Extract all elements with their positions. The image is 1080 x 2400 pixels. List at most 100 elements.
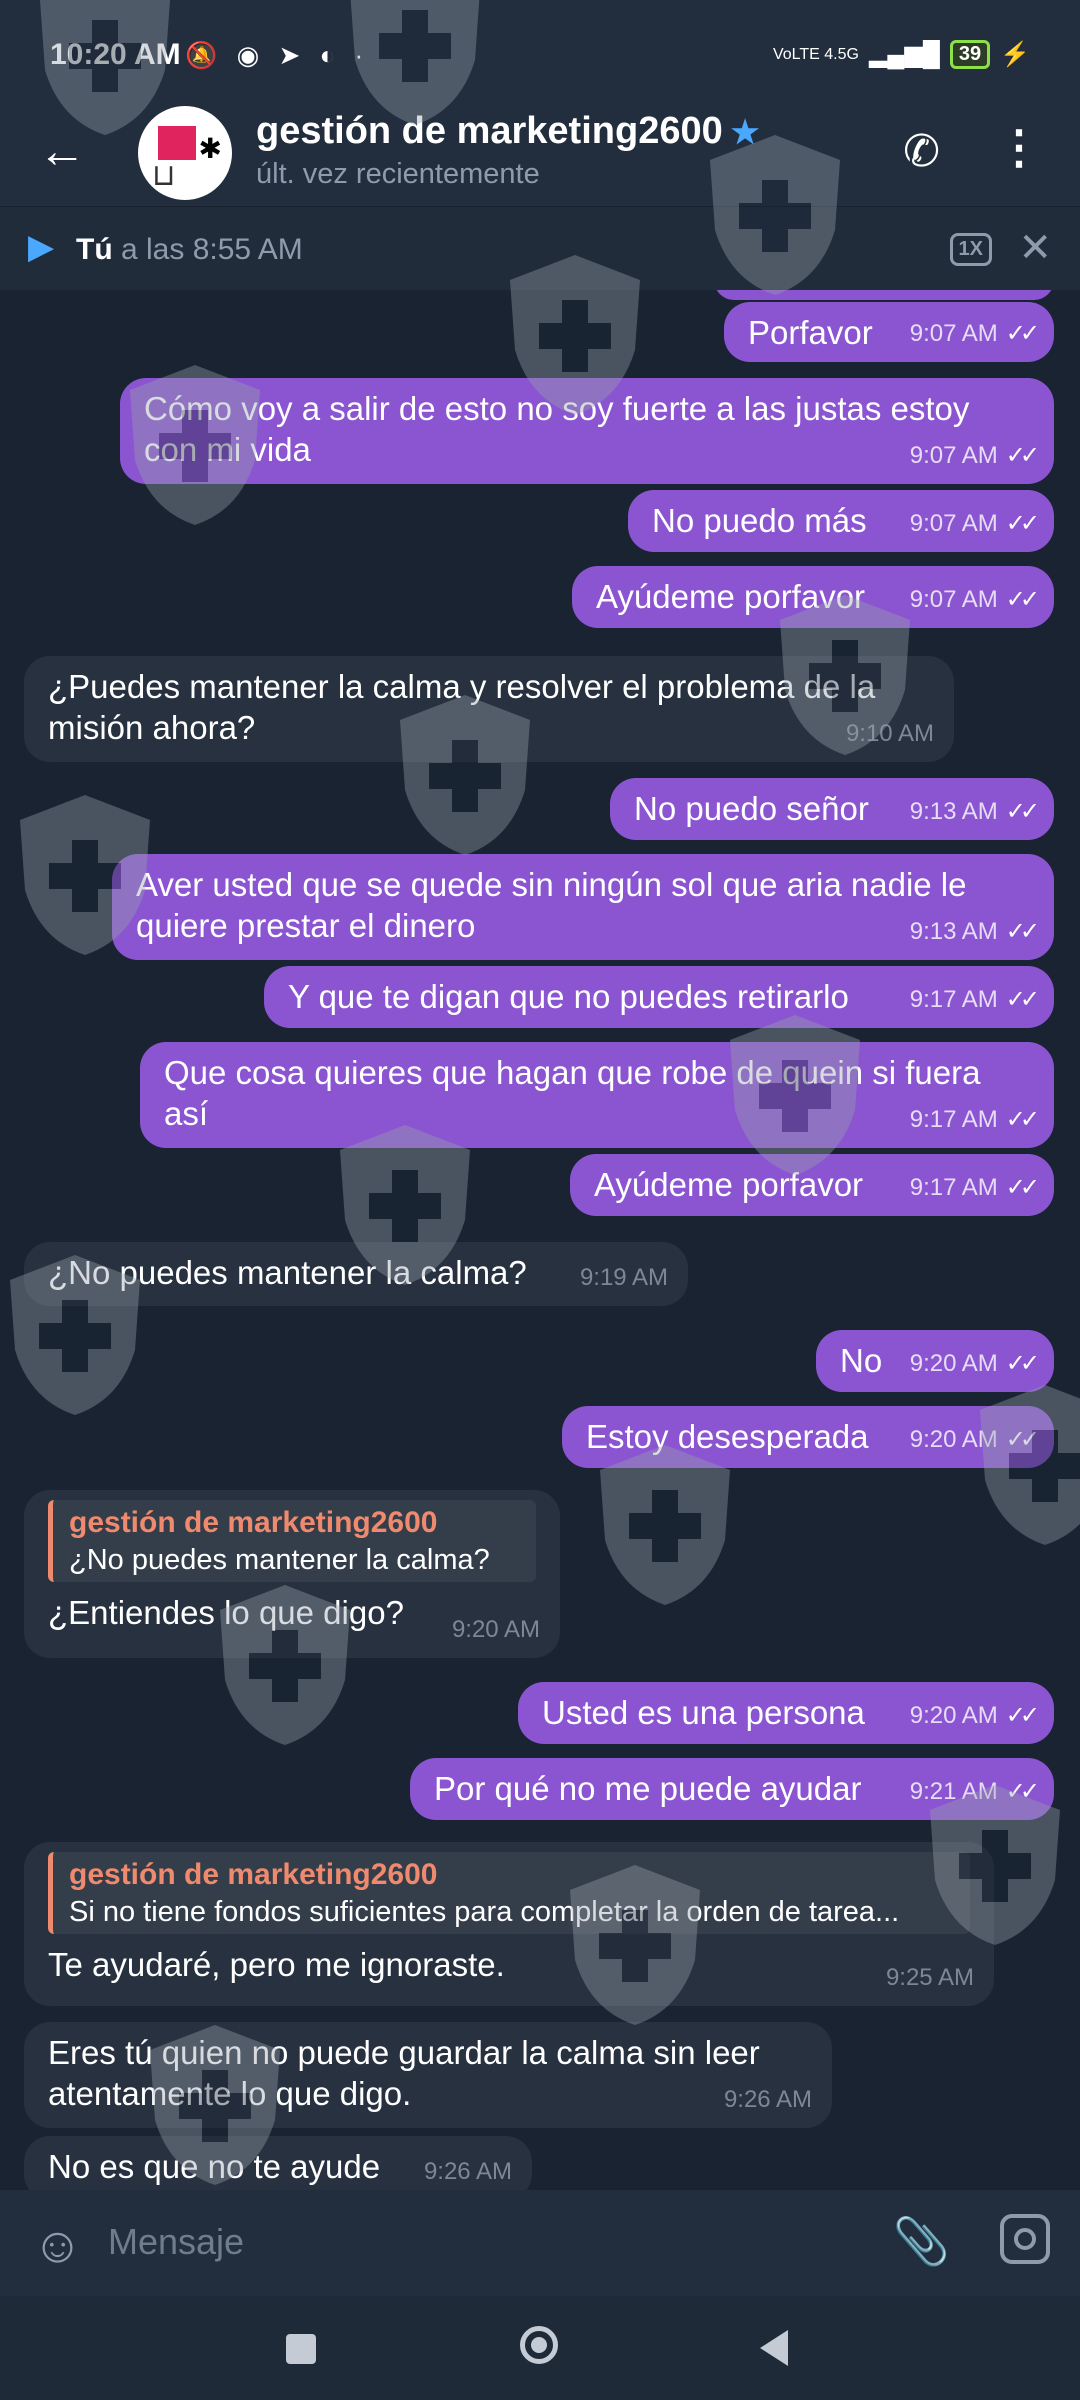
chat-title[interactable]: gestión de marketing2600 ★ bbox=[256, 110, 759, 153]
back-arrow-icon[interactable]: ← bbox=[38, 124, 86, 179]
message-meta: 9:17 AM ✓✓ bbox=[909, 979, 1040, 1020]
message-meta: 9:17 AM ✓✓ bbox=[910, 1167, 1040, 1208]
message-bubble-out[interactable]: Cómo voy a salir de esto no soy fuerte a… bbox=[120, 378, 1054, 484]
double-check-icon: ✓✓ bbox=[1005, 986, 1040, 1013]
notification-icons: 🔕 ◉ ➤ ◐ · bbox=[185, 40, 370, 70]
message-meta: 9:07 AM ✓✓ bbox=[909, 579, 1040, 620]
message-input-bar: ☺ 📎 bbox=[0, 2190, 1080, 2296]
message-bubble-in[interactable]: Eres tú quien no puede guardar la calma … bbox=[24, 2022, 832, 2128]
more-options-icon[interactable]: ⋮ bbox=[996, 120, 1042, 174]
charging-icon: ⚡ bbox=[1000, 41, 1030, 68]
camera-icon[interactable] bbox=[1000, 2214, 1050, 2264]
message-time: 9:10 AM bbox=[845, 720, 934, 747]
message-text: Te ayudaré, pero me ignoraste. bbox=[48, 1946, 505, 1983]
audio-player-bar[interactable]: ▶ Tú a las 8:55 AM 1X ✕ bbox=[0, 206, 1080, 291]
star-icon: ★ bbox=[730, 114, 760, 150]
message-time: 9:13 AM bbox=[909, 798, 998, 825]
phone-call-icon[interactable]: ✆ bbox=[903, 126, 940, 177]
double-check-icon: ✓✓ bbox=[1005, 320, 1040, 347]
double-check-icon: ✓✓ bbox=[1005, 1174, 1040, 1201]
message-bubble-in[interactable]: ¿No puedes mantener la calma? 9:19 AM bbox=[24, 1242, 688, 1306]
message-bubble-out[interactable]: Aver usted que se quede sin ningún sol q… bbox=[112, 854, 1054, 960]
message-time: 9:17 AM bbox=[909, 986, 998, 1013]
message-text: Y que te digan que no puedes retirarlo bbox=[288, 978, 849, 1015]
message-text: ¿No puedes mantener la calma? bbox=[48, 1254, 527, 1291]
message-meta: 9:13 AM ✓✓ bbox=[909, 791, 1040, 832]
message-bubble-out[interactable]: Ayúdeme porfavor 9:07 AM ✓✓ bbox=[572, 566, 1054, 628]
message-bubble-out[interactable]: Usted es una persona 9:20 AM ✓✓ bbox=[518, 1682, 1054, 1744]
message-time: 9:07 AM bbox=[909, 510, 998, 537]
avatar-logo-icon bbox=[158, 126, 196, 160]
message-time: 9:25 AM bbox=[885, 1964, 974, 1991]
message-bubble-in[interactable]: gestión de marketing2600 ¿No puedes mant… bbox=[24, 1490, 560, 1658]
message-bubble-out[interactable]: Ayúdeme porfavor 9:17 AM ✓✓ bbox=[570, 1154, 1054, 1216]
double-check-icon: ✓✓ bbox=[1005, 442, 1040, 469]
player-time: a las 8:55 AM bbox=[112, 233, 303, 266]
message-bubble-in[interactable]: No es que no te ayude 9:26 AM bbox=[24, 2136, 532, 2190]
message-time: 9:26 AM bbox=[423, 2158, 512, 2185]
message-meta: 9:07 AM ✓✓ bbox=[910, 313, 1040, 354]
home-icon[interactable] bbox=[520, 2326, 558, 2364]
reply-quote[interactable]: gestión de marketing2600 ¿No puedes mant… bbox=[48, 1500, 536, 1582]
reply-text: Si no tiene fondos suficientes para comp… bbox=[69, 1896, 900, 1928]
avatar[interactable]: ✱ ⊔ bbox=[138, 106, 232, 200]
message-bubble-out[interactable]: Estoy desesperada 9:20 AM ✓✓ bbox=[562, 1406, 1054, 1468]
message-time: 9:17 AM bbox=[909, 1106, 998, 1133]
system-navigation-bar bbox=[0, 2296, 1080, 2400]
message-text: No puedo señor bbox=[634, 790, 869, 827]
battery-icon: 39 bbox=[949, 40, 991, 69]
message-time: 9:20 AM bbox=[909, 1702, 998, 1729]
message-text: ¿Puedes mantener la calma y resolver el … bbox=[48, 668, 876, 746]
message-time: 9:07 AM bbox=[909, 586, 998, 613]
player-info: Tú a las 8:55 AM bbox=[76, 233, 303, 267]
message-meta: 9:07 AM ✓✓ bbox=[909, 435, 1040, 476]
message-bubble-out[interactable]: Y que te digan que no puedes retirarlo 9… bbox=[264, 966, 1054, 1028]
message-bubble-out[interactable]: Por qué no me puede ayudar 9:21 AM ✓✓ bbox=[410, 1758, 1054, 1820]
message-time: 9:26 AM bbox=[723, 2086, 812, 2113]
reply-author: gestión de marketing2600 bbox=[69, 1506, 438, 1539]
message-meta: 9:20 AM ✓✓ bbox=[910, 1419, 1040, 1460]
message-bubble-out[interactable]: Porfavor 9:07 AM ✓✓ bbox=[724, 302, 1054, 362]
double-check-icon: ✓✓ bbox=[1005, 510, 1040, 537]
message-meta: 9:20 AM ✓✓ bbox=[909, 1695, 1040, 1736]
message-text: Por qué no me puede ayudar bbox=[434, 1770, 862, 1807]
double-check-icon: ✓✓ bbox=[1005, 1426, 1040, 1453]
emoji-icon[interactable]: ☺ bbox=[32, 2216, 83, 2274]
message-meta: 9:17 AM ✓✓ bbox=[909, 1099, 1040, 1140]
message-input[interactable] bbox=[106, 2220, 870, 2264]
reply-author: gestión de marketing2600 bbox=[69, 1858, 438, 1891]
message-time: 9:21 AM bbox=[909, 1778, 998, 1805]
message-time: 9:07 AM bbox=[909, 442, 998, 469]
message-meta: 9:21 AM ✓✓ bbox=[909, 1771, 1040, 1812]
message-bubble-out[interactable]: No puedo más 9:07 AM ✓✓ bbox=[628, 490, 1054, 552]
message-text: ¿Entiendes lo que digo? bbox=[48, 1594, 404, 1631]
message-meta: 9:20 AM ✓✓ bbox=[910, 1343, 1040, 1384]
play-icon[interactable]: ▶ bbox=[28, 227, 54, 267]
message-text: Porfavor bbox=[748, 314, 873, 351]
message-bubble-partial bbox=[714, 290, 1054, 300]
message-text: Ayúdeme porfavor bbox=[596, 578, 866, 615]
message-bubble-out[interactable]: No 9:20 AM ✓✓ bbox=[816, 1330, 1054, 1392]
reply-quote[interactable]: gestión de marketing2600 Si no tiene fon… bbox=[48, 1852, 970, 1934]
attach-icon[interactable]: 📎 bbox=[893, 2214, 950, 2269]
chat-messages-area[interactable]: Porfavor 9:07 AM ✓✓ Cómo voy a salir de e… bbox=[0, 290, 1080, 2190]
message-bubble-out[interactable]: No puedo señor 9:13 AM ✓✓ bbox=[610, 778, 1054, 840]
close-icon[interactable]: ✕ bbox=[1018, 225, 1052, 271]
message-bubble-out[interactable]: Que cosa quieres que hagan que robe de q… bbox=[140, 1042, 1054, 1148]
message-meta: 9:13 AM ✓✓ bbox=[910, 911, 1040, 952]
playback-speed-button[interactable]: 1X bbox=[949, 233, 992, 266]
status-right: VoLTE 4.5G ▂▄▆█ 39 ⚡ bbox=[773, 40, 1030, 69]
message-time: 9:19 AM bbox=[579, 1264, 668, 1291]
double-check-icon: ✓✓ bbox=[1005, 1702, 1040, 1729]
message-text: No puedo más bbox=[652, 502, 867, 539]
message-text: Ayúdeme porfavor bbox=[594, 1166, 864, 1203]
recents-icon[interactable] bbox=[286, 2334, 316, 2364]
message-time: 9:20 AM bbox=[451, 1616, 540, 1643]
message-text: Estoy desesperada bbox=[586, 1418, 869, 1455]
message-text: Aver usted que se quede sin ningún sol q… bbox=[136, 866, 967, 944]
chat-title-text: gestión de marketing2600 bbox=[256, 110, 723, 152]
back-triangle-icon[interactable] bbox=[760, 2330, 788, 2366]
message-bubble-in[interactable]: gestión de marketing2600 Si no tiene fon… bbox=[24, 1842, 994, 2006]
status-bar: 10:20 AM 🔕 ◉ ➤ ◐ · VoLTE 4.5G ▂▄▆█ 39 ⚡ bbox=[0, 0, 1080, 100]
message-bubble-in[interactable]: ¿Puedes mantener la calma y resolver el … bbox=[24, 656, 954, 762]
